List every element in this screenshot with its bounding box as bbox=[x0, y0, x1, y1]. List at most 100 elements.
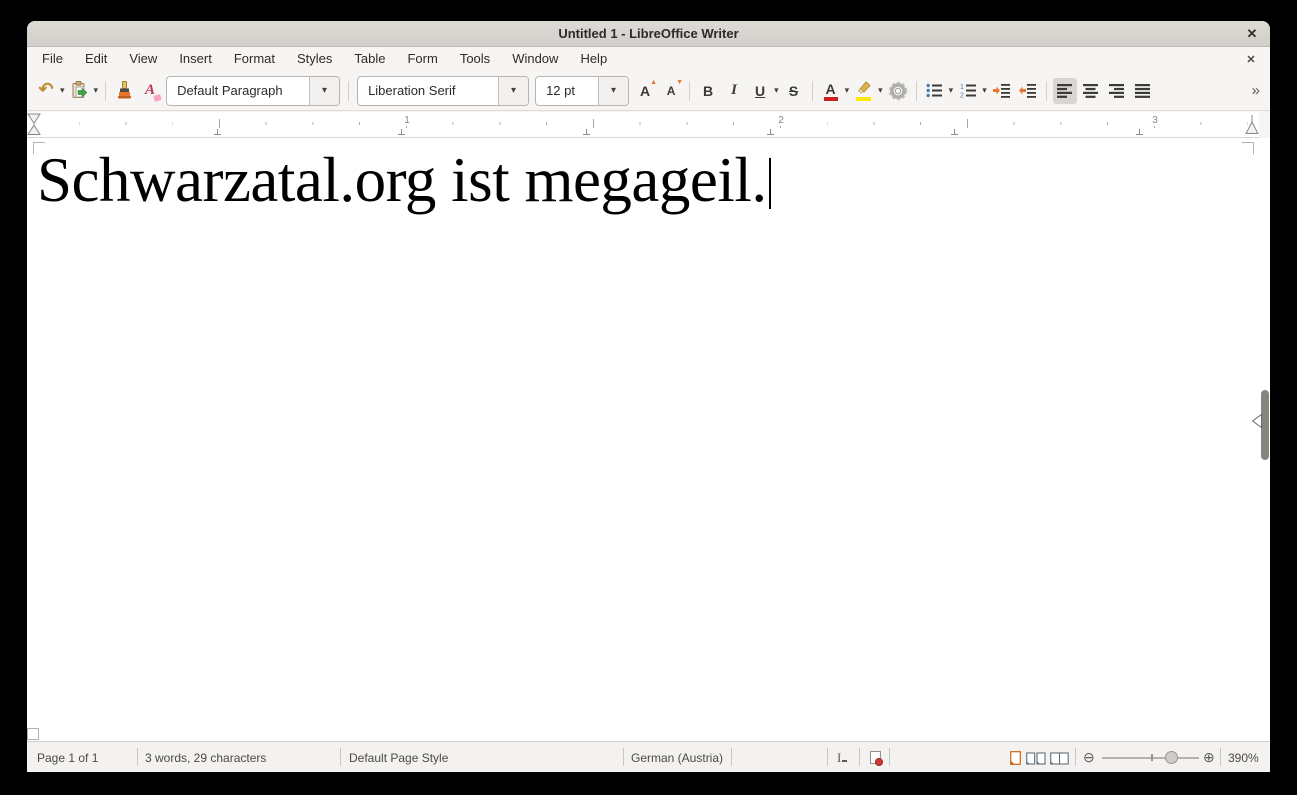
zoom-level-status[interactable]: 390% bbox=[1228, 742, 1259, 772]
document-modified-status[interactable] bbox=[870, 742, 883, 772]
language-status[interactable]: German (Austria) bbox=[631, 742, 723, 772]
toolbar-separator bbox=[1045, 80, 1047, 101]
undo-icon: ↶ bbox=[38, 79, 54, 99]
menu-format[interactable]: Format bbox=[223, 47, 286, 71]
tab-stop-marker[interactable] bbox=[583, 129, 590, 135]
vertical-scrollbar-thumb[interactable] bbox=[1261, 390, 1269, 460]
page-number-status[interactable]: Page 1 of 1 bbox=[37, 742, 98, 772]
insert-mode-status[interactable]: I bbox=[837, 742, 848, 772]
font-size-combobox[interactable]: 12 pt ▾ bbox=[535, 75, 630, 106]
align-center-button[interactable] bbox=[1079, 78, 1103, 104]
increase-font-size-button[interactable]: A ▲ bbox=[633, 78, 657, 104]
toolbar-separator bbox=[348, 80, 350, 101]
strikethrough-button[interactable]: S bbox=[782, 78, 806, 104]
paragraph-style-dropdown-icon[interactable]: ▾ bbox=[309, 76, 340, 105]
menu-view[interactable]: View bbox=[118, 47, 168, 71]
down-arrow-icon: ▼ bbox=[676, 78, 684, 86]
font-name-dropdown-icon[interactable]: ▾ bbox=[498, 76, 529, 105]
statusbar-separator bbox=[731, 748, 732, 766]
right-indent-marker[interactable] bbox=[1245, 113, 1259, 136]
ruler-number-3: 3 bbox=[1149, 115, 1161, 126]
paste-button[interactable] bbox=[68, 78, 92, 104]
align-right-icon bbox=[1108, 83, 1124, 98]
ordered-list-button[interactable]: 1 2 bbox=[956, 78, 980, 104]
justify-icon bbox=[1134, 83, 1150, 98]
zoom-out-button[interactable]: ⊖ bbox=[1083, 742, 1095, 772]
undo-button[interactable]: ↶ bbox=[34, 78, 58, 104]
document-page[interactable]: Schwarzatal.org ist megageil. bbox=[27, 138, 1270, 741]
ruler-number-1: 1 bbox=[401, 115, 413, 126]
menubar: File Edit View Insert Format Styles Tabl… bbox=[27, 47, 1270, 71]
toolbar-separator bbox=[105, 80, 107, 101]
zoom-in-button[interactable]: ⊕ bbox=[1203, 742, 1215, 772]
menu-file[interactable]: File bbox=[31, 47, 74, 71]
menu-help[interactable]: Help bbox=[569, 47, 618, 71]
zoom-slider-handle[interactable] bbox=[1165, 751, 1178, 764]
font-size-dropdown-icon[interactable]: ▾ bbox=[598, 76, 629, 105]
left-indent-marker[interactable] bbox=[27, 113, 41, 136]
tab-stop-marker[interactable] bbox=[214, 129, 221, 135]
titlebar[interactable]: Untitled 1 - LibreOffice Writer ✕ bbox=[27, 21, 1270, 47]
menu-window[interactable]: Window bbox=[501, 47, 569, 71]
italic-icon: I bbox=[731, 82, 737, 98]
menu-styles[interactable]: Styles bbox=[286, 47, 343, 71]
document-close-icon[interactable]: ✕ bbox=[1242, 50, 1260, 68]
tab-stop-marker[interactable] bbox=[1136, 129, 1143, 135]
italic-button[interactable]: I bbox=[722, 78, 746, 104]
font-color-button[interactable]: A bbox=[819, 78, 843, 104]
highlight-color-button[interactable] bbox=[852, 78, 876, 104]
single-page-view-icon bbox=[1010, 750, 1021, 765]
toolbar-overflow-icon[interactable]: » bbox=[1252, 82, 1260, 99]
tab-stop-marker[interactable] bbox=[951, 129, 958, 135]
character-dialog-button[interactable] bbox=[886, 78, 910, 104]
formatting-toolbar: ↶ ▾ ▾ A Default Paragraph ▾ Liberation S… bbox=[27, 71, 1270, 111]
undo-dropdown-icon[interactable]: ▾ bbox=[60, 85, 65, 96]
align-right-button[interactable] bbox=[1105, 78, 1129, 104]
page-style-status[interactable]: Default Page Style bbox=[349, 742, 448, 772]
text-cursor bbox=[769, 158, 771, 209]
statusbar: Page 1 of 1 3 words, 29 characters Defau… bbox=[27, 741, 1270, 772]
decrease-indent-button[interactable] bbox=[1016, 78, 1040, 104]
unordered-list-dropdown-icon[interactable]: ▾ bbox=[949, 85, 954, 96]
underline-dropdown-icon[interactable]: ▾ bbox=[774, 85, 779, 96]
statusbar-separator bbox=[137, 748, 138, 766]
document-text[interactable]: Schwarzatal.org ist megageil. bbox=[37, 149, 767, 212]
book-view-button[interactable] bbox=[1050, 742, 1069, 772]
bold-button[interactable]: B bbox=[696, 78, 720, 104]
underline-button[interactable]: U bbox=[748, 78, 772, 104]
paste-dropdown-icon[interactable]: ▾ bbox=[94, 85, 99, 96]
tab-stop-marker[interactable] bbox=[767, 129, 774, 135]
font-name-value: Liberation Serif bbox=[368, 83, 456, 98]
menu-tools[interactable]: Tools bbox=[449, 47, 501, 71]
statusbar-separator bbox=[1075, 748, 1076, 766]
menu-insert[interactable]: Insert bbox=[168, 47, 223, 71]
gear-icon bbox=[888, 81, 907, 100]
statusbar-separator bbox=[623, 748, 624, 766]
font-color-bar bbox=[823, 96, 838, 101]
highlight-dropdown-icon[interactable]: ▾ bbox=[878, 85, 883, 96]
svg-text:1: 1 bbox=[960, 84, 964, 91]
font-color-dropdown-icon[interactable]: ▾ bbox=[845, 85, 850, 96]
ruler-number-2: 2 bbox=[775, 115, 787, 126]
menu-form[interactable]: Form bbox=[396, 47, 448, 71]
word-count-status[interactable]: 3 words, 29 characters bbox=[145, 742, 266, 772]
unordered-list-button[interactable] bbox=[923, 78, 947, 104]
clone-formatting-button[interactable] bbox=[112, 78, 136, 104]
clear-formatting-button[interactable]: A bbox=[138, 78, 162, 104]
justify-button[interactable] bbox=[1131, 78, 1155, 104]
multi-page-view-icon bbox=[1026, 751, 1046, 765]
decrease-font-size-button[interactable]: A ▼ bbox=[659, 78, 683, 104]
tab-stop-marker[interactable] bbox=[398, 129, 405, 135]
statusbar-separator bbox=[1220, 748, 1221, 766]
ordered-list-dropdown-icon[interactable]: ▾ bbox=[982, 85, 987, 96]
menu-edit[interactable]: Edit bbox=[74, 47, 118, 71]
font-name-combobox[interactable]: Liberation Serif ▾ bbox=[357, 75, 530, 106]
menu-table[interactable]: Table bbox=[343, 47, 396, 71]
single-page-view-button[interactable] bbox=[1010, 742, 1021, 772]
align-left-button[interactable] bbox=[1052, 77, 1077, 104]
window-close-icon[interactable]: ✕ bbox=[1242, 24, 1262, 44]
paragraph-style-combobox[interactable]: Default Paragraph ▾ bbox=[166, 75, 341, 106]
font-size-value: 12 pt bbox=[546, 83, 575, 98]
increase-indent-button[interactable] bbox=[990, 78, 1014, 104]
multi-page-view-button[interactable] bbox=[1026, 742, 1046, 772]
